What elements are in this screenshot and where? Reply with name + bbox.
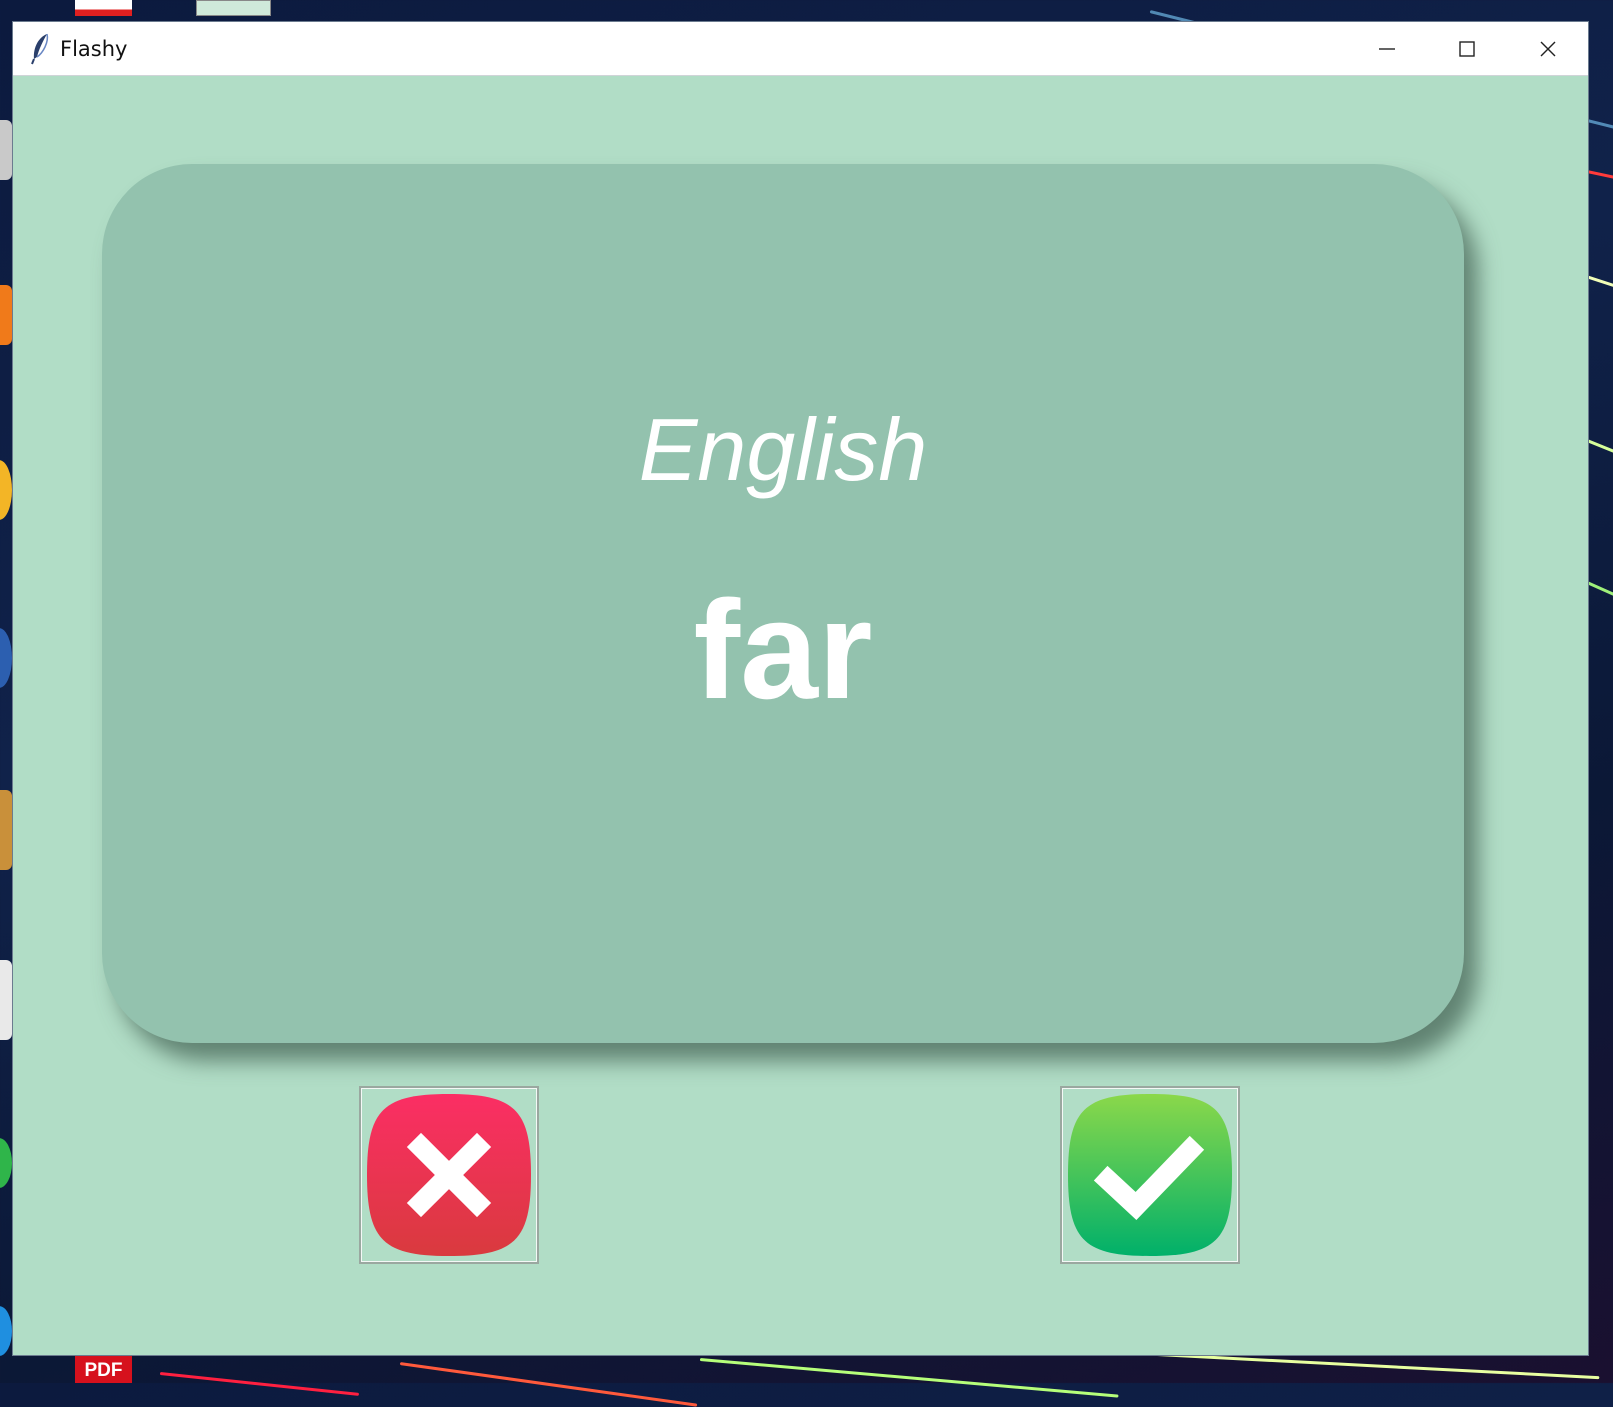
flashy-thumbnail[interactable] bbox=[196, 0, 271, 16]
desktop-icon[interactable] bbox=[0, 1138, 12, 1188]
flashy-window: Flashy English far bbox=[13, 22, 1588, 1355]
card-language-label: English bbox=[638, 400, 928, 499]
desktop-icon[interactable] bbox=[0, 120, 12, 180]
pdf-desktop-icon[interactable]: PDF bbox=[75, 1352, 132, 1383]
card-word: far bbox=[693, 571, 873, 728]
close-icon bbox=[1539, 40, 1557, 58]
title-bar[interactable]: Flashy bbox=[13, 22, 1588, 76]
maximize-button[interactable] bbox=[1427, 22, 1507, 76]
check-icon bbox=[1066, 1092, 1234, 1258]
taskbar-flag-thumbnail[interactable] bbox=[75, 0, 132, 16]
close-button[interactable] bbox=[1508, 22, 1588, 76]
desktop-icon[interactable] bbox=[0, 628, 12, 688]
maximize-icon bbox=[1458, 40, 1476, 58]
minimize-button[interactable] bbox=[1347, 22, 1427, 76]
right-button[interactable] bbox=[1060, 1086, 1240, 1264]
desktop-icon[interactable] bbox=[0, 1306, 12, 1356]
desktop-icon[interactable] bbox=[0, 790, 12, 870]
desktop-icon[interactable] bbox=[0, 960, 12, 1040]
minimize-icon bbox=[1378, 40, 1396, 58]
flashcard: English far bbox=[102, 164, 1464, 1043]
window-title: Flashy bbox=[60, 37, 128, 61]
x-icon bbox=[365, 1092, 533, 1258]
wrong-button[interactable] bbox=[359, 1086, 539, 1264]
feather-icon bbox=[29, 33, 51, 65]
desktop-icon[interactable] bbox=[0, 285, 12, 345]
desktop-icon[interactable] bbox=[0, 460, 12, 520]
